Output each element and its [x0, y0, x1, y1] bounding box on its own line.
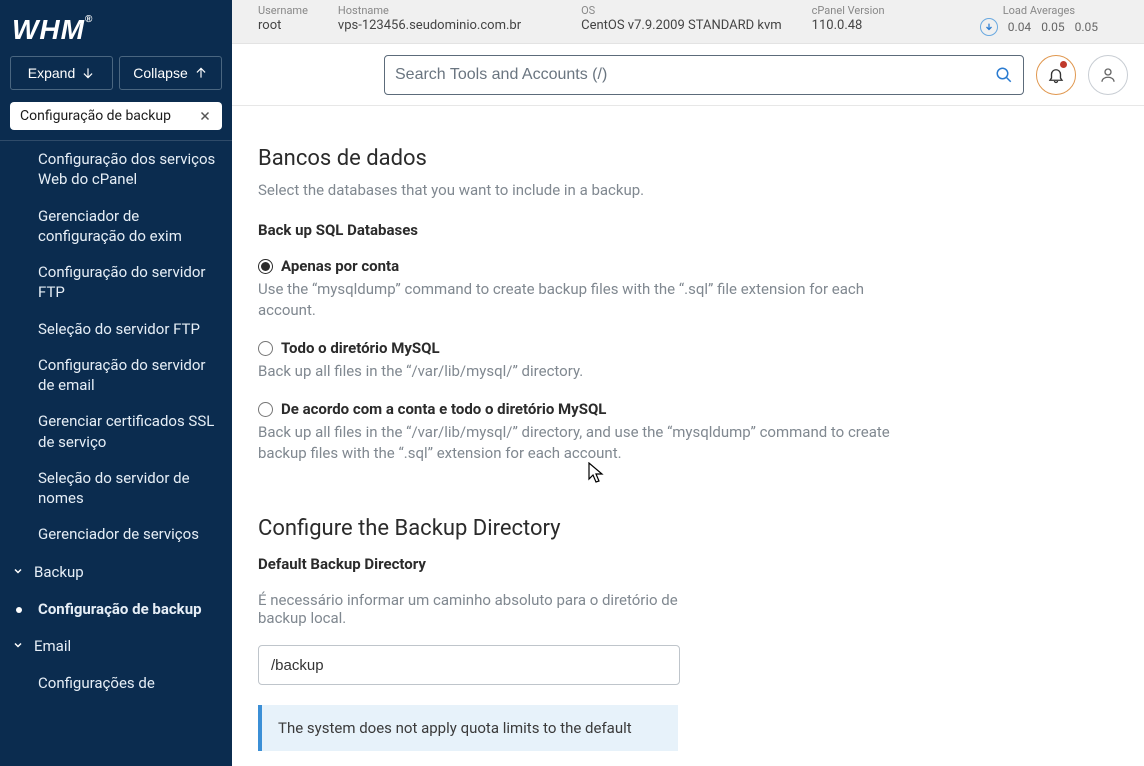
sidebar-item-ssl[interactable]: Gerenciar certificados SSL de serviço	[0, 403, 232, 460]
expand-icon	[81, 66, 95, 80]
chevron-down-icon	[12, 639, 24, 651]
collapse-label: Collapse	[133, 65, 187, 81]
topbar-os: OS CentOS v7.9.2009 STANDARD kvm	[581, 4, 782, 33]
radio-account-and-mysql[interactable]	[258, 402, 273, 417]
sidebar-item-email-sub[interactable]: Configurações de	[0, 665, 232, 701]
sidebar-item-ftp-config[interactable]: Configuração do servidor FTP	[0, 254, 232, 311]
radio-account-and-mysql-label: De acordo com a conta e todo o diretório…	[281, 400, 606, 418]
section-desc-databases: Select the databases that you want to in…	[258, 181, 1118, 199]
topbar-hostname: Hostname vps-123456.seudominio.com.br	[338, 4, 521, 33]
dir-desc: É necessário informar um caminho absolut…	[258, 591, 678, 627]
account-button[interactable]	[1088, 55, 1128, 95]
sub-heading-sql: Back up SQL Databases	[258, 221, 1118, 239]
topbar-load-averages: Load Averages 0.04 0.05 0.05	[980, 4, 1098, 36]
search-icon[interactable]	[995, 66, 1013, 84]
search-box[interactable]	[384, 55, 1024, 95]
user-icon	[1099, 66, 1117, 84]
close-icon[interactable]	[198, 109, 212, 123]
sidebar-item-service-mgr[interactable]: Gerenciador de serviços	[0, 516, 232, 552]
topbar-username: Username root	[258, 4, 308, 33]
nav-list[interactable]: Configuração dos serviços Web do cPanel …	[0, 140, 232, 766]
radio-per-account-desc: Use the “mysqldump” command to create ba…	[258, 279, 918, 321]
sidebar-item-nameserver[interactable]: Seleção do servidor de nomes	[0, 460, 232, 517]
info-box: The system does not apply quota limits t…	[258, 705, 678, 751]
collapse-button[interactable]: Collapse	[119, 56, 222, 90]
chevron-down-icon	[12, 565, 24, 577]
info-text: The system does not apply quota limits t…	[278, 719, 632, 737]
filter-tag-label: Configuração de backup	[20, 108, 171, 124]
radio-per-account-label: Apenas por conta	[281, 257, 399, 275]
whm-logo: WHM®	[12, 14, 93, 46]
filter-tag: Configuração de backup	[10, 102, 222, 130]
collapse-icon	[194, 66, 208, 80]
sidebar-item-cpanel-web[interactable]: Configuração dos serviços Web do cPanel	[0, 141, 232, 198]
sidebar-item-email-config[interactable]: Configuração do servidor de email	[0, 347, 232, 404]
download-icon[interactable]	[980, 18, 998, 36]
sidebar-cat-email[interactable]: Email	[0, 627, 232, 665]
radio-entire-mysql-label: Todo o diretório MySQL	[281, 339, 440, 357]
section-heading-directory: Configure the Backup Directory	[258, 516, 1118, 541]
backup-directory-input[interactable]	[258, 645, 680, 685]
main-content[interactable]: Bancos de dados Select the databases tha…	[232, 106, 1144, 766]
logo-area: WHM®	[0, 0, 232, 56]
sidebar: WHM® Expand Collapse Configuração de bac…	[0, 0, 232, 766]
bell-icon	[1047, 66, 1065, 84]
sidebar-item-exim[interactable]: Gerenciador de configuração do exim	[0, 198, 232, 255]
section-heading-databases: Bancos de dados	[258, 146, 1118, 171]
bullet-icon	[16, 607, 22, 613]
topbar-cpanel-version: cPanel Version 110.0.48	[812, 4, 885, 33]
search-row	[232, 44, 1144, 106]
sidebar-item-backup-config[interactable]: Configuração de backup	[0, 591, 232, 627]
sidebar-item-ftp-select[interactable]: Seleção do servidor FTP	[0, 311, 232, 347]
radio-entire-mysql-desc: Back up all files in the “/var/lib/mysql…	[258, 361, 918, 382]
expand-button[interactable]: Expand	[10, 56, 113, 90]
search-input[interactable]	[395, 66, 995, 84]
expand-label: Expand	[28, 65, 75, 81]
radio-per-account[interactable]	[258, 259, 273, 274]
radio-account-and-mysql-desc: Back up all files in the “/var/lib/mysql…	[258, 422, 918, 464]
sidebar-cat-backup[interactable]: Backup	[0, 553, 232, 591]
radio-entire-mysql[interactable]	[258, 341, 273, 356]
notifications-button[interactable]	[1036, 55, 1076, 95]
topbar: Username root Hostname vps-123456.seudom…	[232, 0, 1144, 44]
sub-heading-default-dir: Default Backup Directory	[258, 555, 1118, 573]
notification-dot-icon	[1060, 61, 1067, 68]
